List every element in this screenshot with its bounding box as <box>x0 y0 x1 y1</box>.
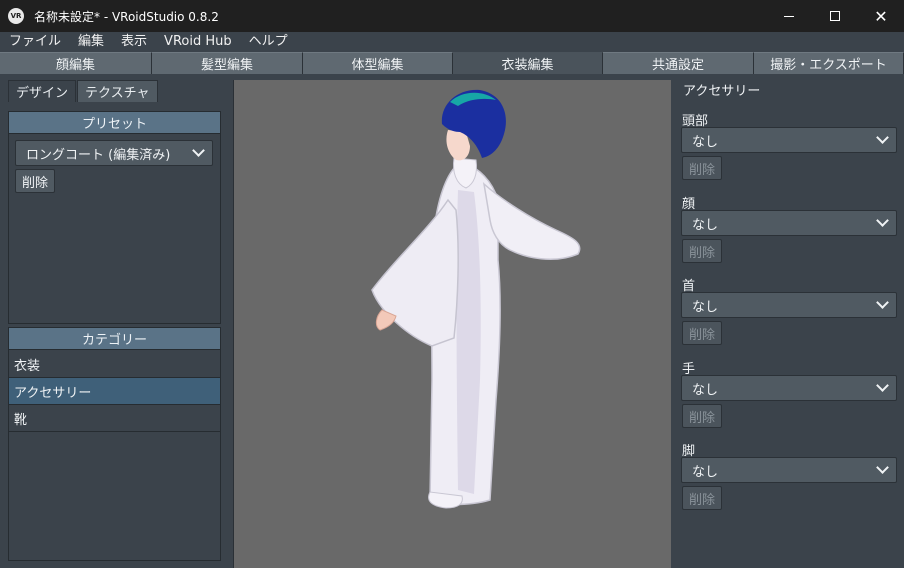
model-viewport[interactable] <box>233 80 671 568</box>
menu-help[interactable]: ヘルプ <box>240 32 296 52</box>
category-item-shoes[interactable]: 靴 <box>9 405 220 432</box>
tab-hair-edit[interactable]: 髪型編集 <box>152 52 303 74</box>
category-item-outfit[interactable]: 衣装 <box>9 351 220 378</box>
minimize-icon <box>784 15 794 17</box>
tab-texture[interactable]: テクスチャ <box>77 80 158 102</box>
sub-tab-bar: デザイン テクスチャ <box>8 80 159 102</box>
accessory-neck-dropdown[interactable]: なし <box>681 292 897 318</box>
preset-delete-button[interactable]: 削除 <box>15 169 56 193</box>
title-bar: VR 名称未設定* - VRoidStudio 0.8.2 ✕ <box>0 0 904 32</box>
chevron-down-icon <box>192 144 205 157</box>
close-icon: ✕ <box>874 6 888 26</box>
accessory-face-delete-button[interactable]: 削除 <box>682 239 723 263</box>
tab-common-settings[interactable]: 共通設定 <box>603 52 754 74</box>
menu-vroid-hub[interactable]: VRoid Hub <box>155 32 240 52</box>
dropdown-value: なし <box>692 134 719 150</box>
tab-face-edit[interactable]: 顔編集 <box>0 52 152 74</box>
dropdown-value: なし <box>692 382 719 398</box>
preset-section: プリセット ロングコート (編集済み) 削除 <box>8 111 221 324</box>
accessory-head-delete-button[interactable]: 削除 <box>682 156 723 180</box>
chevron-down-icon <box>876 461 889 474</box>
menu-view[interactable]: 表示 <box>112 32 155 52</box>
chevron-down-icon <box>876 131 889 144</box>
preset-dropdown[interactable]: ロングコート (編集済み) <box>15 140 213 166</box>
preset-selected-value: ロングコート (編集済み) <box>26 147 171 163</box>
window-title: 名称未設定* - VRoidStudio 0.8.2 <box>34 9 219 24</box>
left-panel: デザイン テクスチャ プリセット ロングコート (編集済み) 削除 カテゴリー … <box>0 74 228 568</box>
close-button[interactable]: ✕ <box>858 0 904 32</box>
tab-outfit-edit[interactable]: 衣装編集 <box>453 52 603 74</box>
accessory-hand-dropdown[interactable]: なし <box>681 375 897 401</box>
maximize-icon <box>830 11 840 21</box>
dropdown-value: なし <box>692 217 719 233</box>
app-logo-icon: VR <box>8 8 24 24</box>
chevron-down-icon <box>876 214 889 227</box>
accessory-leg-delete-button[interactable]: 削除 <box>682 486 723 510</box>
menu-bar: ファイル 編集 表示 VRoid Hub ヘルプ <box>0 32 904 52</box>
minimize-button[interactable] <box>766 0 812 32</box>
maximize-button[interactable] <box>812 0 858 32</box>
category-list: 衣装 アクセサリー 靴 <box>9 351 220 432</box>
tab-photo-export[interactable]: 撮影・エクスポート <box>754 52 904 74</box>
accessory-head-dropdown[interactable]: なし <box>681 127 897 153</box>
dropdown-value: なし <box>692 299 719 315</box>
accessory-panel: アクセサリー 頭部 なし 削除 顔 なし 削除 首 なし 削除 手 なし 削除 <box>676 74 904 568</box>
tab-body-edit[interactable]: 体型編集 <box>303 52 453 74</box>
accessory-neck-delete-button[interactable]: 削除 <box>682 321 723 345</box>
menu-file[interactable]: ファイル <box>0 32 69 52</box>
chevron-down-icon <box>876 379 889 392</box>
dropdown-value: なし <box>692 464 719 480</box>
accessory-hand-delete-button[interactable]: 削除 <box>682 404 723 428</box>
menu-edit[interactable]: 編集 <box>69 32 112 52</box>
avatar-model <box>371 89 581 509</box>
accessory-face-dropdown[interactable]: なし <box>681 210 897 236</box>
chevron-down-icon <box>876 296 889 309</box>
editor-tab-bar: 顔編集 髪型編集 体型編集 衣装編集 共通設定 撮影・エクスポート <box>0 52 904 74</box>
category-section: カテゴリー 衣装 アクセサリー 靴 <box>8 327 221 561</box>
category-header: カテゴリー <box>9 328 220 350</box>
category-item-accessory[interactable]: アクセサリー <box>9 378 220 405</box>
accessory-title: アクセサリー <box>683 84 761 99</box>
tab-design[interactable]: デザイン <box>8 80 77 102</box>
accessory-leg-dropdown[interactable]: なし <box>681 457 897 483</box>
preset-header: プリセット <box>9 112 220 134</box>
